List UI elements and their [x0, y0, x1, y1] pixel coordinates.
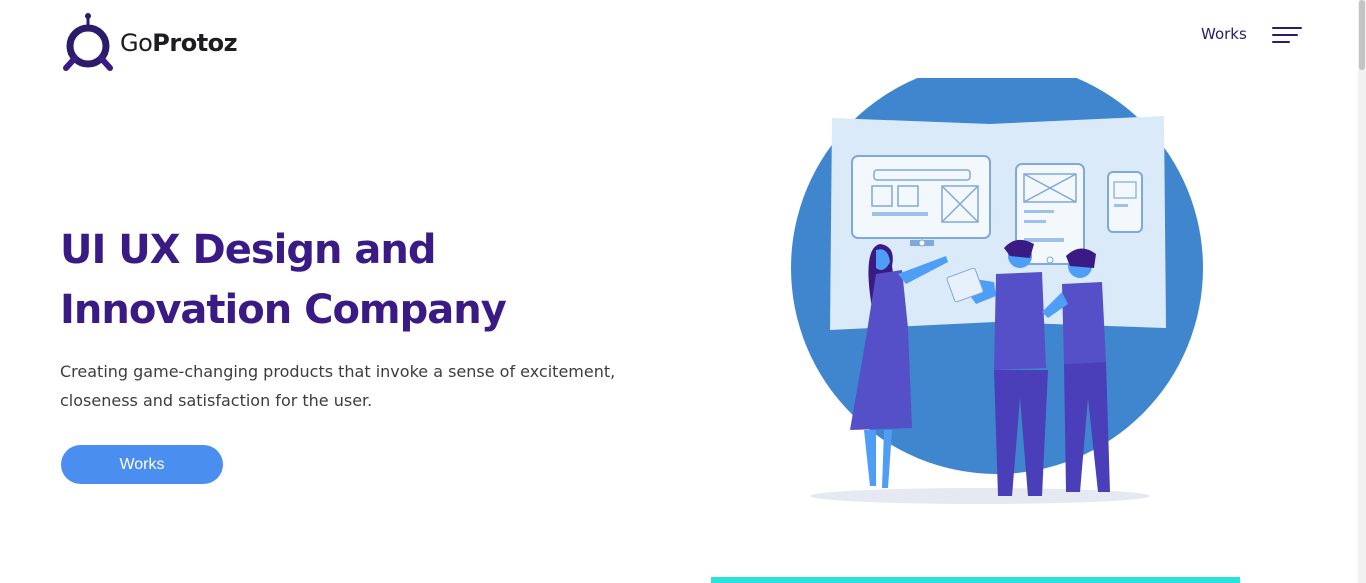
brand-logo[interactable]: GoProtoz	[60, 12, 260, 74]
scrollbar-thumb[interactable]	[1359, 0, 1365, 70]
brand-prefix: Go	[120, 29, 153, 57]
section-accent-bar	[711, 577, 1240, 583]
hamburger-menu-icon[interactable]	[1270, 26, 1302, 46]
page-scrollbar[interactable]	[1358, 0, 1366, 583]
hero-title-line2: Innovation Company	[60, 287, 507, 333]
brand-name-bold: Protoz	[152, 29, 238, 57]
goprotoz-logo-icon	[63, 13, 113, 71]
hero-illustration	[791, 78, 1203, 504]
hero-title-line1: UI UX Design and	[60, 227, 437, 273]
brand-name: GoProtoz	[120, 29, 238, 57]
nav-works-link[interactable]: Works	[1201, 25, 1247, 43]
hero-subtitle: Creating game-changing products that inv…	[60, 362, 616, 410]
hero-title: UI UX Design and Innovation Company	[60, 220, 620, 340]
works-button[interactable]: Works	[61, 445, 223, 484]
